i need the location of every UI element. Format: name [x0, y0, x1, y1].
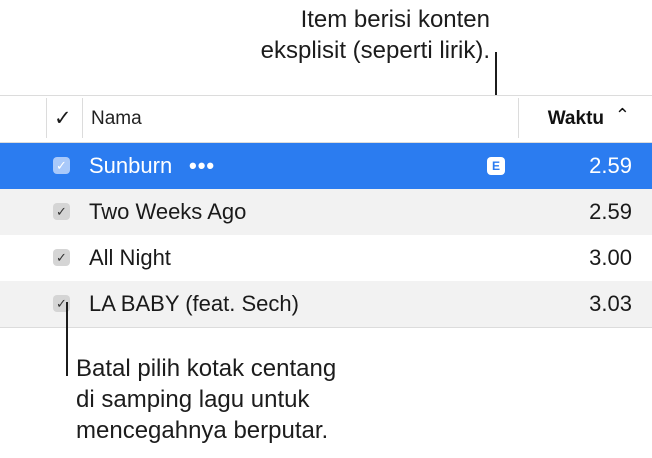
checkbox-callout-line1: Batal pilih kotak centang — [76, 355, 337, 382]
song-time: 3.03 — [589, 291, 632, 316]
song-checkbox[interactable]: ✓ — [53, 249, 70, 266]
checkbox-column-header[interactable]: ✓ — [54, 106, 72, 131]
song-row[interactable]: ✓ All Night 3.00 — [0, 235, 652, 281]
song-row-selected[interactable]: ✓ Sunburn ••• E 2.59 — [0, 143, 652, 189]
song-checkbox[interactable]: ✓ — [53, 203, 70, 220]
checkbox-callout-line2: di samping lagu untuk — [76, 386, 310, 413]
explicit-callout-line1: Item berisi konten — [300, 6, 490, 33]
checkbox-callout: Batal pilih kotak centang di samping lag… — [76, 353, 436, 446]
explicit-callout: Item berisi konten eksplisit (seperti li… — [160, 4, 490, 66]
song-title: Two Weeks Ago — [89, 199, 247, 224]
song-title: Sunburn — [89, 153, 173, 178]
time-column-header[interactable]: Waktu — [548, 108, 604, 130]
song-list: ✓ Nama Waktu ⌃ ✓ Sunburn ••• E 2.59 ✓ Tw… — [0, 95, 652, 328]
song-checkbox[interactable]: ✓ — [53, 157, 70, 174]
song-time: 3.00 — [589, 245, 632, 270]
list-header: ✓ Nama Waktu ⌃ — [0, 95, 652, 143]
song-time: 2.59 — [589, 199, 632, 224]
song-title: LA BABY (feat. Sech) — [89, 291, 299, 316]
song-title: All Night — [89, 245, 171, 270]
column-separator — [518, 98, 519, 138]
checkbox-callout-line3: mencegahnya berputar. — [76, 417, 329, 444]
explicit-badge-icon: E — [487, 157, 505, 175]
more-options-button[interactable]: ••• — [189, 153, 215, 179]
checkbox-callout-leader — [66, 302, 68, 376]
chevron-up-icon[interactable]: ⌃ — [615, 105, 630, 126]
song-row[interactable]: ✓ LA BABY (feat. Sech) 3.03 — [0, 281, 652, 327]
song-time: 2.59 — [589, 153, 632, 178]
explicit-callout-line2: eksplisit (seperti lirik). — [260, 37, 490, 64]
list-bottom-border — [0, 327, 652, 328]
song-row[interactable]: ✓ Two Weeks Ago 2.59 — [0, 189, 652, 235]
column-separator — [46, 98, 47, 138]
name-column-header[interactable]: Nama — [91, 108, 142, 130]
column-separator — [82, 98, 83, 138]
